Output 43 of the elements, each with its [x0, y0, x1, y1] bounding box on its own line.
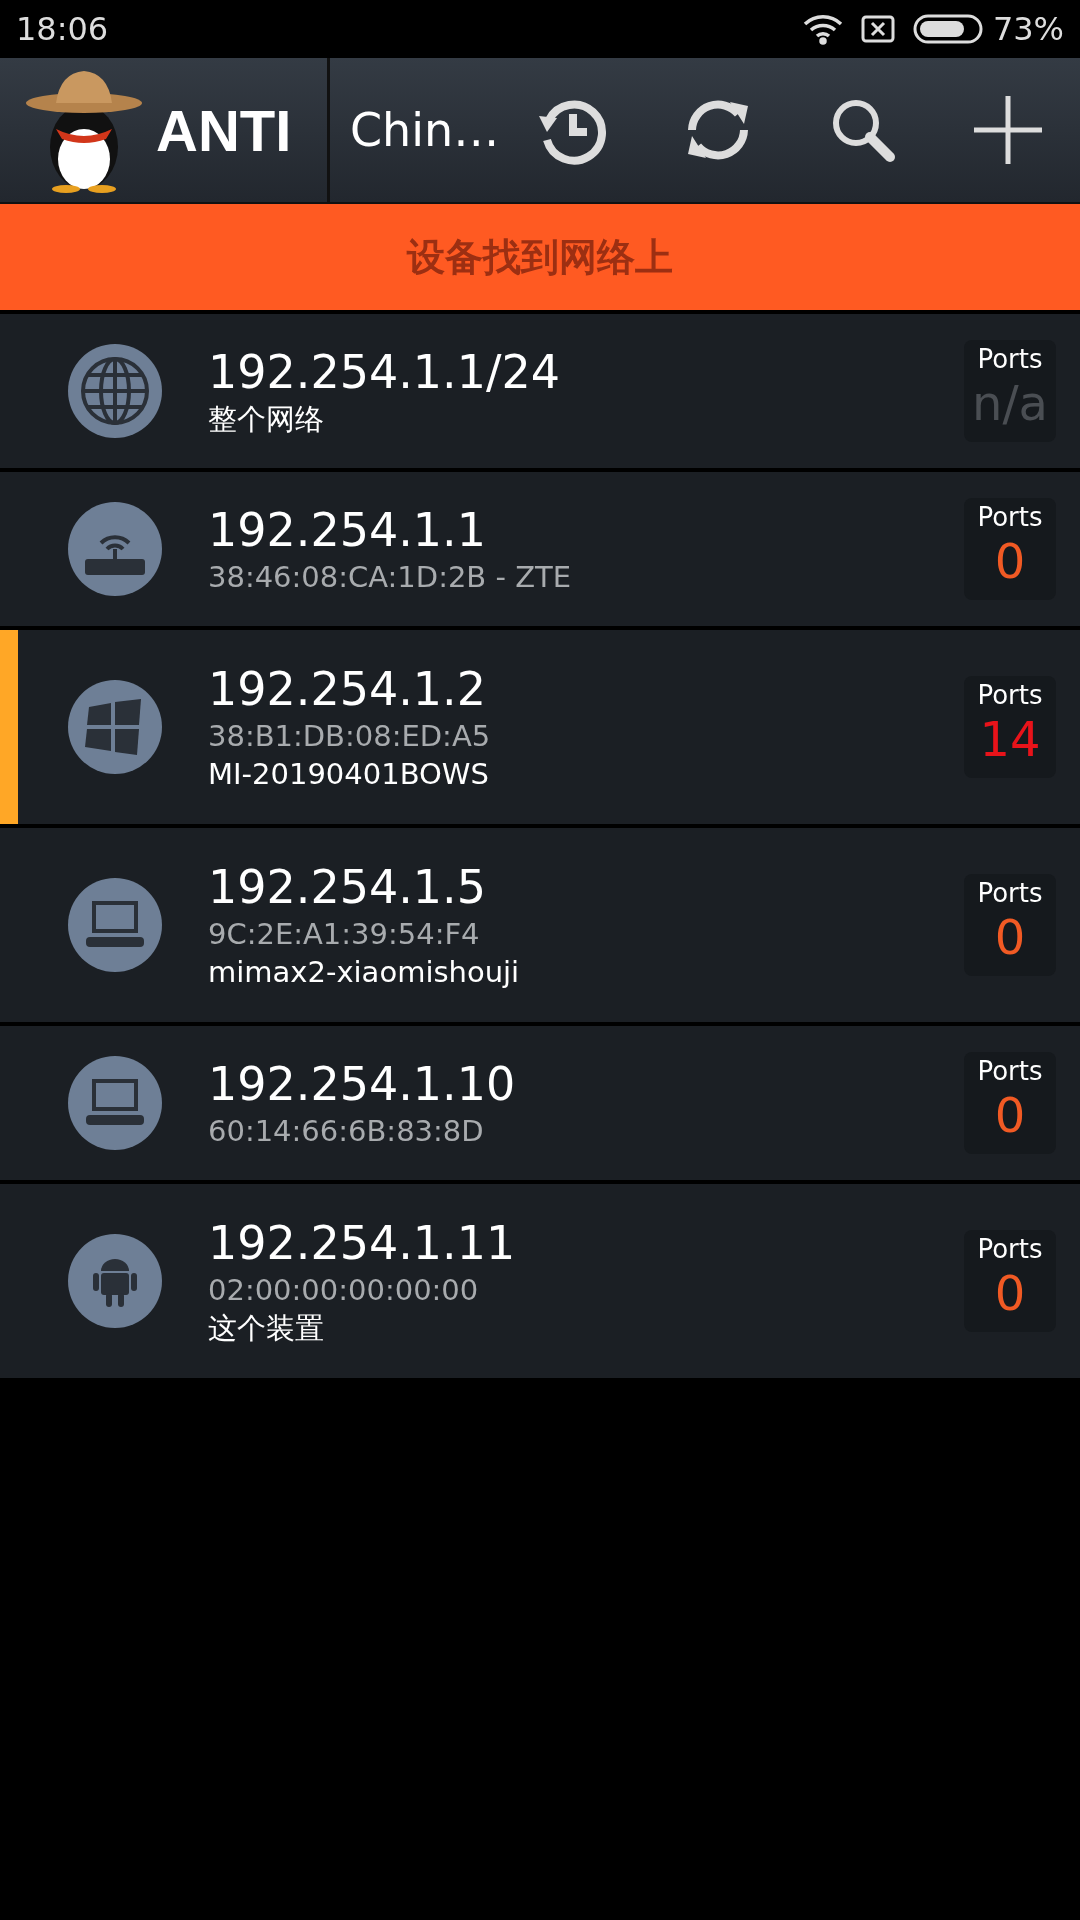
device-row[interactable]: 192.254.1.10 60:14:66:6B:83:8D Ports 0: [0, 1026, 1080, 1180]
ports-count: 0: [994, 532, 1026, 590]
ports-label: Ports: [977, 1056, 1043, 1086]
ports-label: Ports: [977, 502, 1043, 532]
device-ip: 192.254.1.5: [208, 859, 487, 915]
device-ip: 192.254.1.1: [208, 502, 487, 558]
device-mac: 38:B1:DB:08:ED:A5: [208, 718, 492, 755]
ports-count: 0: [994, 908, 1026, 966]
globe-icon: [79, 355, 151, 427]
ports-count: 14: [979, 710, 1041, 768]
battery-icon: [912, 14, 985, 44]
plus-icon: [971, 94, 1044, 166]
wifi-icon: [802, 13, 843, 45]
laptop-icon: [86, 1079, 144, 1127]
device-name: 这个装置: [208, 1310, 325, 1347]
banner-text: 设备找到网络上: [407, 233, 673, 281]
device-ip: 192.254.1.10: [208, 1056, 517, 1112]
device-ip: 192.254.1.1/24: [208, 344, 562, 400]
device-row[interactable]: 192.254.1.11 02:00:00:00:00:00 这个装置 Ports 0: [0, 1184, 1080, 1378]
device-mac: 60:14:66:6B:83:8D: [208, 1113, 485, 1150]
device-row[interactable]: 192.254.1.1 38:46:08:CA:1D:2B - ZTE Ports 0: [0, 472, 1080, 626]
device-name: mimax2-xiaomishouji: [208, 954, 521, 991]
device-row[interactable]: 192.254.1.5 9C:2E:A1:39:54:F4 mimax2-xiaomishouji Ports 0: [0, 828, 1080, 1022]
device-mac: 02:00:00:00:00:00: [208, 1272, 480, 1309]
ports-count: 0: [994, 1086, 1026, 1144]
ports-label: Ports: [977, 1234, 1043, 1264]
device-name: MI-20190401BOWS: [208, 756, 490, 793]
battery-percent: 73%: [992, 10, 1064, 48]
device-mac: 9C:2E:A1:39:54:F4: [208, 916, 481, 953]
status-time: 18:06: [16, 10, 109, 48]
ports-label: Ports: [977, 878, 1043, 908]
ports-label: Ports: [977, 344, 1043, 374]
ports-count: 0: [994, 1264, 1026, 1322]
device-mac: 38:46:08:CA:1D:2B - ZTE: [208, 559, 573, 596]
device-name: 整个网络: [208, 401, 325, 438]
sim-icon: [860, 15, 895, 43]
device-ip: 192.254.1.2: [208, 661, 487, 717]
ports-label: Ports: [977, 680, 1043, 710]
laptop-icon: [86, 901, 144, 949]
device-ip: 192.254.1.11: [208, 1215, 517, 1271]
app-name: ANTI: [156, 96, 292, 164]
device-row[interactable]: 192.254.1.2 38:B1:DB:08:ED:A5 MI-20190401BOWS Ports 14: [0, 630, 1080, 824]
network-selector[interactable]: Chin…: [330, 103, 500, 157]
